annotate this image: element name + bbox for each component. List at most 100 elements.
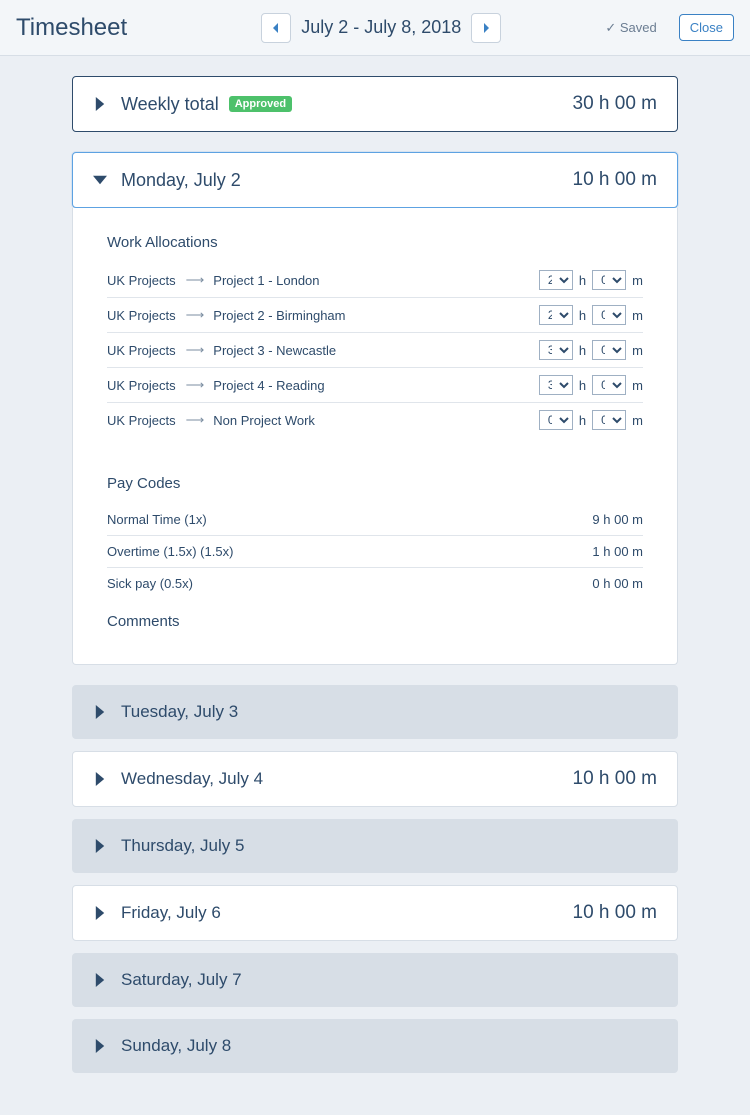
arrow-icon: ⟶ xyxy=(186,412,204,428)
mins-select[interactable]: 0 xyxy=(592,375,626,395)
hours-select[interactable]: 0 xyxy=(539,410,573,430)
day-header[interactable]: Thursday, July 5 xyxy=(72,819,678,873)
page-title: Timesheet xyxy=(16,14,127,42)
allocation-row: UK Projects ⟶ Project 2 - Birmingham 2 h… xyxy=(107,298,643,333)
allocation-row: UK Projects ⟶ Project 1 - London 2 h 0 m xyxy=(107,263,643,298)
hours-select[interactable]: 3 xyxy=(539,375,573,395)
allocation-name: Project 4 - Reading xyxy=(213,378,539,393)
next-week-button[interactable] xyxy=(471,13,501,43)
date-range-label: July 2 - July 8, 2018 xyxy=(301,17,461,38)
chevron-right-icon xyxy=(93,772,107,786)
day-header[interactable]: Saturday, July 7 xyxy=(72,953,678,1007)
hours-select[interactable]: 2 xyxy=(539,270,573,290)
pay-code-name: Sick pay (0.5x) xyxy=(107,576,193,591)
mins-select[interactable]: 0 xyxy=(592,410,626,430)
day-header[interactable]: Wednesday, July 4 10 h 00 m xyxy=(72,751,678,807)
status-badge: Approved xyxy=(229,96,292,112)
date-navigator: July 2 - July 8, 2018 xyxy=(169,13,593,43)
time-inputs: 3 h 0 m xyxy=(539,340,643,360)
mins-select[interactable]: 0 xyxy=(592,270,626,290)
prev-week-button[interactable] xyxy=(261,13,291,43)
hours-unit: h xyxy=(579,273,586,288)
pay-code-name: Overtime (1.5x) (1.5x) xyxy=(107,544,233,559)
day-label: Friday, July 6 xyxy=(121,903,221,923)
arrow-icon: ⟶ xyxy=(186,377,204,393)
time-inputs: 0 h 0 m xyxy=(539,410,643,430)
pay-code-value: 1 h 00 m xyxy=(592,544,643,559)
pay-code-value: 9 h 00 m xyxy=(592,512,643,527)
allocation-category: UK Projects xyxy=(107,343,176,358)
time-inputs: 2 h 0 m xyxy=(539,305,643,325)
mins-select[interactable]: 0 xyxy=(592,340,626,360)
allocation-row: UK Projects ⟶ Project 3 - Newcastle 3 h … xyxy=(107,333,643,368)
day-header[interactable]: Friday, July 6 10 h 00 m xyxy=(72,885,678,941)
chevron-right-icon xyxy=(93,1039,107,1053)
allocation-name: Project 1 - London xyxy=(213,273,539,288)
chevron-right-icon xyxy=(93,705,107,719)
allocation-name: Project 2 - Birmingham xyxy=(213,308,539,323)
arrow-icon: ⟶ xyxy=(186,272,204,288)
hours-unit: h xyxy=(579,308,586,323)
saved-status: ✓ Saved xyxy=(605,20,656,36)
weekly-total-label: Weekly total xyxy=(121,94,219,115)
time-inputs: 3 h 0 m xyxy=(539,375,643,395)
mins-unit: m xyxy=(632,413,643,428)
hours-unit: h xyxy=(579,343,586,358)
weekly-total-card[interactable]: Weekly total Approved 30 h 00 m xyxy=(72,76,678,132)
day-header[interactable]: Sunday, July 8 xyxy=(72,1019,678,1073)
chevron-right-icon xyxy=(93,839,107,853)
day-total: 10 h 00 m xyxy=(573,902,658,924)
allocation-name: Project 3 - Newcastle xyxy=(213,343,539,358)
mins-unit: m xyxy=(632,308,643,323)
arrow-icon: ⟶ xyxy=(186,342,204,358)
arrow-icon: ⟶ xyxy=(186,307,204,323)
allocations-list: UK Projects ⟶ Project 1 - London 2 h 0 m… xyxy=(107,263,643,437)
chevron-right-icon xyxy=(93,973,107,987)
hours-unit: h xyxy=(579,413,586,428)
day-header[interactable]: Tuesday, July 3 xyxy=(72,685,678,739)
chevron-right-icon xyxy=(481,23,491,33)
pay-code-row: Normal Time (1x) 9 h 00 m xyxy=(107,504,643,536)
chevron-down-icon xyxy=(93,173,107,187)
allocation-category: UK Projects xyxy=(107,273,176,288)
time-inputs: 2 h 0 m xyxy=(539,270,643,290)
day-body-monday: Work Allocations UK Projects ⟶ Project 1… xyxy=(72,208,678,665)
day-total: 10 h 00 m xyxy=(573,768,658,790)
weekly-total-value: 30 h 00 m xyxy=(573,93,658,115)
mins-select[interactable]: 0 xyxy=(592,305,626,325)
pay-code-row: Overtime (1.5x) (1.5x) 1 h 00 m xyxy=(107,536,643,568)
day-total: 10 h 00 m xyxy=(573,169,658,191)
pay-code-value: 0 h 00 m xyxy=(592,576,643,591)
pay-code-row: Sick pay (0.5x) 0 h 00 m xyxy=(107,568,643,599)
day-label: Thursday, July 5 xyxy=(121,836,244,856)
allocation-category: UK Projects xyxy=(107,413,176,428)
chevron-left-icon xyxy=(271,23,281,33)
mins-unit: m xyxy=(632,378,643,393)
pay-code-name: Normal Time (1x) xyxy=(107,512,207,527)
close-button[interactable]: Close xyxy=(679,14,734,41)
work-allocations-heading: Work Allocations xyxy=(107,234,643,251)
hours-unit: h xyxy=(579,378,586,393)
hours-select[interactable]: 3 xyxy=(539,340,573,360)
allocation-row: UK Projects ⟶ Project 4 - Reading 3 h 0 … xyxy=(107,368,643,403)
pay-codes-list: Normal Time (1x) 9 h 00 m Overtime (1.5x… xyxy=(107,504,643,599)
allocation-row: UK Projects ⟶ Non Project Work 0 h 0 m xyxy=(107,403,643,437)
pay-codes-heading: Pay Codes xyxy=(107,475,643,492)
allocation-name: Non Project Work xyxy=(213,413,539,428)
chevron-right-icon xyxy=(93,97,107,111)
allocation-category: UK Projects xyxy=(107,308,176,323)
comments-heading: Comments xyxy=(107,613,643,630)
day-label: Monday, July 2 xyxy=(121,170,241,191)
mins-unit: m xyxy=(632,343,643,358)
chevron-right-icon xyxy=(93,906,107,920)
day-label: Sunday, July 8 xyxy=(121,1036,231,1056)
content-area: Weekly total Approved 30 h 00 m Monday, … xyxy=(0,56,750,1115)
topbar: Timesheet July 2 - July 8, 2018 ✓ Saved … xyxy=(0,0,750,56)
allocation-category: UK Projects xyxy=(107,378,176,393)
mins-unit: m xyxy=(632,273,643,288)
day-header-monday[interactable]: Monday, July 2 10 h 00 m xyxy=(72,152,678,208)
day-label: Wednesday, July 4 xyxy=(121,769,263,789)
hours-select[interactable]: 2 xyxy=(539,305,573,325)
day-label: Tuesday, July 3 xyxy=(121,702,238,722)
day-label: Saturday, July 7 xyxy=(121,970,242,990)
